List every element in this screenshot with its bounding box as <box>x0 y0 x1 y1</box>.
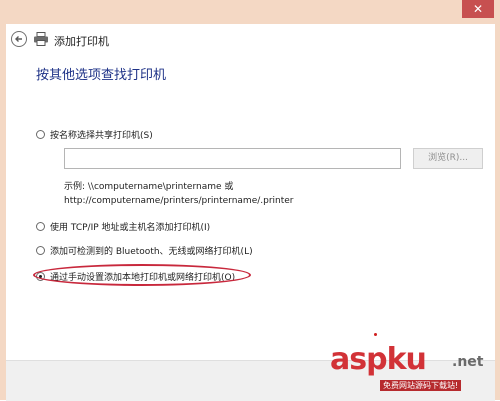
printer-icon <box>34 32 48 46</box>
watermark-logo: aspku <box>330 342 427 377</box>
close-button[interactable]: ✕ <box>462 0 494 18</box>
example-text: 示例: \\computername\printername 或 http://… <box>64 180 294 208</box>
highlight-annotation-oval <box>33 264 251 286</box>
option-label-tcp-ip[interactable]: 使用 TCP/IP 地址或主机名添加打印机(I) <box>50 220 210 233</box>
back-arrow-icon <box>15 36 22 42</box>
watermark-tagline: 免费网站源码下载站! <box>380 380 462 391</box>
annotation-dot <box>374 333 377 336</box>
example-line-2: http://computername/printers/printername… <box>64 196 294 206</box>
watermark-brand: aspku <box>330 342 427 377</box>
window-title: 添加打印机 <box>54 35 109 48</box>
wizard-header: 添加打印机 <box>6 24 495 54</box>
shared-printer-name-input[interactable] <box>64 148 401 169</box>
page-heading: 按其他选项查找打印机 <box>36 68 167 83</box>
window-titlebar[interactable] <box>0 0 500 24</box>
browse-button[interactable]: 浏览(R)... <box>413 148 483 169</box>
back-button[interactable] <box>11 31 27 47</box>
radio-shared-printer[interactable] <box>36 130 45 139</box>
close-icon: ✕ <box>472 2 484 16</box>
window-border-right <box>495 0 500 400</box>
watermark-tld: .net <box>452 354 484 370</box>
option-label-shared-printer[interactable]: 按名称选择共享打印机(S) <box>50 128 153 141</box>
radio-tcp-ip[interactable] <box>36 222 45 231</box>
radio-bluetooth-wireless[interactable] <box>36 246 45 255</box>
option-label-bluetooth-wireless[interactable]: 添加可检测到的 Bluetooth、无线或网络打印机(L) <box>50 244 253 257</box>
example-line-1: 示例: \\computername\printername 或 <box>64 182 234 192</box>
